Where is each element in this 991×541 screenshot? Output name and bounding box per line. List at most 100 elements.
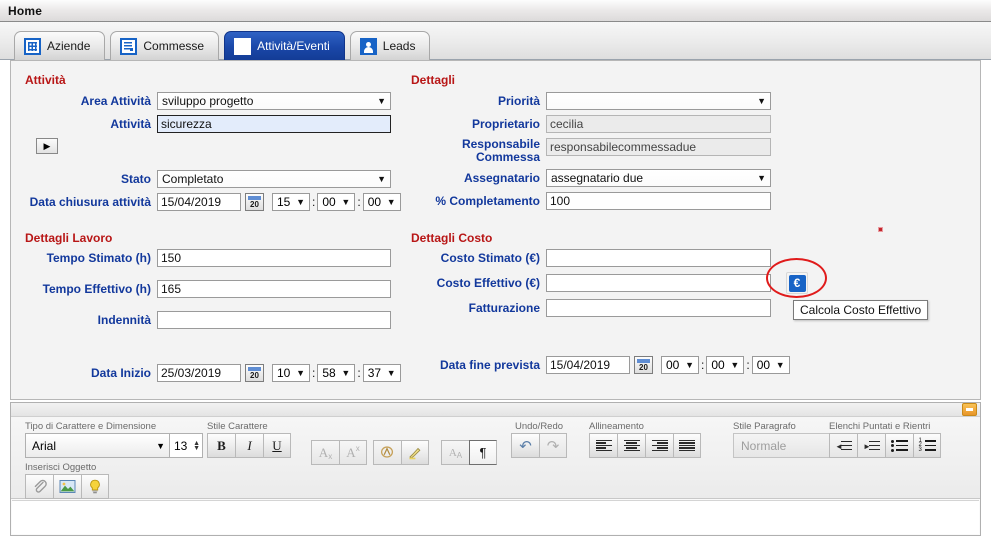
indennita-label: Indennità xyxy=(97,312,151,327)
priorita-label: Priorità xyxy=(497,93,540,108)
paragraph-style-select[interactable]: Normale ▼ xyxy=(733,433,843,458)
expand-activity-button[interactable]: ▶ xyxy=(36,138,58,154)
highlighter-icon[interactable] xyxy=(401,440,429,465)
align-right-button[interactable] xyxy=(645,433,673,458)
costo-effettivo-input[interactable] xyxy=(546,274,771,292)
chevron-down-icon: ▼ xyxy=(730,360,740,370)
indent-increase-icon: ► xyxy=(863,440,880,452)
fatturazione-input[interactable] xyxy=(546,299,771,317)
toolbar-group-font: Tipo di Carattere e Dimensione Arial ▼ 1… xyxy=(25,421,203,458)
assegnatario-select[interactable]: assegnatario due ▼ xyxy=(546,169,771,187)
bold-button[interactable]: B xyxy=(207,433,235,458)
tab-leads[interactable]: Leads xyxy=(349,31,431,60)
attach-file-button[interactable] xyxy=(25,474,53,499)
calendar-picker-button[interactable]: 20 xyxy=(634,356,653,374)
paperclip-icon xyxy=(34,479,47,493)
attivita-input[interactable] xyxy=(157,115,391,133)
group-label: Stile Paragrafo xyxy=(733,421,796,432)
toolbar-group-char-style: Stile Carattere B I U xyxy=(207,421,291,458)
costo-stimato-input[interactable] xyxy=(546,249,771,267)
tab-commesse[interactable]: Commesse xyxy=(110,31,220,60)
ora-value: 10 xyxy=(277,366,291,380)
paragraph-style-value: Normale xyxy=(741,438,787,453)
toolbar-group-paragraph: Stile Paragrafo Normale ▼ xyxy=(733,421,843,458)
toolbar-group-undo-redo: Undo/Redo ↶ ↷ xyxy=(511,421,567,458)
secondi-chiusura-select[interactable]: 00 ▼ xyxy=(362,193,401,211)
insert-idea-button[interactable] xyxy=(81,474,109,499)
spinner-icon: ▲ ▼ xyxy=(193,439,200,452)
font-family-value: Arial xyxy=(32,438,57,453)
font-size-stepper[interactable]: 13 ▲ ▼ xyxy=(170,433,203,458)
calendar-picker-button[interactable]: 20 xyxy=(245,364,264,382)
align-justify-button[interactable] xyxy=(673,433,701,458)
indent-decrease-button[interactable]: ◄ xyxy=(829,433,857,458)
editor-body[interactable] xyxy=(12,500,979,534)
calendar-icon xyxy=(234,37,252,55)
toolbar-group-insert: Inserisci Oggetto xyxy=(25,462,109,499)
document-list-icon xyxy=(120,37,138,55)
time-separator: : xyxy=(312,195,316,209)
secondi-fine-select[interactable]: 00 ▼ xyxy=(751,356,790,374)
subscript-button[interactable]: Ax xyxy=(311,440,339,465)
show-formatting-marks-button[interactable]: ¶ xyxy=(469,440,497,465)
ora-fine-select[interactable]: 00 ▼ xyxy=(661,356,699,374)
undo-button[interactable]: ↶ xyxy=(511,433,539,458)
page-title: Home xyxy=(8,3,43,18)
chevron-down-icon: ▼ xyxy=(757,173,766,183)
chevron-down-icon: ▼ xyxy=(377,174,386,184)
tab-attivita-eventi[interactable]: Attività/Eventi xyxy=(224,31,345,60)
attivita-section: Attività Area Attività sviluppo progetto… xyxy=(25,73,415,216)
priorita-select[interactable]: ▼ xyxy=(546,92,771,110)
secondi-inizio-select[interactable]: 37 ▼ xyxy=(362,364,401,382)
calendar-picker-button[interactable]: 20 xyxy=(245,193,264,211)
bullet-list-button[interactable] xyxy=(885,433,913,458)
bullet-list-icon xyxy=(891,439,908,452)
redo-button[interactable]: ↷ xyxy=(539,433,567,458)
data-inizio-input[interactable] xyxy=(157,364,241,382)
completamento-input[interactable] xyxy=(546,192,771,210)
chevron-down-icon: ▼ xyxy=(775,360,785,370)
rich-text-editor: Tipo di Carattere e Dimensione Arial ▼ 1… xyxy=(10,402,981,536)
indent-increase-button[interactable]: ► xyxy=(857,433,885,458)
time-separator: : xyxy=(701,358,705,372)
editor-textarea[interactable] xyxy=(18,505,973,532)
area-attivita-select[interactable]: sviluppo progetto ▼ xyxy=(157,92,391,110)
underline-button[interactable]: U xyxy=(263,433,291,458)
minuti-value: 00 xyxy=(322,195,336,209)
section-heading-dettagli: Dettagli xyxy=(411,73,456,87)
attivita-label: Attività xyxy=(110,116,151,131)
data-chiusura-label: Data chiusura attività xyxy=(29,194,151,209)
ora-inizio-select[interactable]: 10 ▼ xyxy=(272,364,310,382)
numbered-list-button[interactable]: 1 2 3 xyxy=(913,433,941,458)
tab-aziende[interactable]: Aziende xyxy=(14,31,106,60)
collapse-editor-button[interactable] xyxy=(962,403,977,416)
superscript-button[interactable]: Ax xyxy=(339,440,367,465)
calcola-costo-effettivo-button[interactable]: € xyxy=(786,272,808,294)
responsabile-value: responsabilecommessadue xyxy=(550,140,697,154)
minuti-chiusura-select[interactable]: 00 ▼ xyxy=(317,193,356,211)
chevron-down-icon: ▼ xyxy=(341,368,351,378)
tab-label: Commesse xyxy=(143,39,205,53)
assegnatario-label: Assegnatario xyxy=(463,170,540,185)
align-left-button[interactable] xyxy=(589,433,617,458)
tab-label: Leads xyxy=(382,39,416,53)
data-fine-prevista-input[interactable] xyxy=(546,356,630,374)
text-color-icon[interactable] xyxy=(373,440,401,465)
insert-image-button[interactable] xyxy=(53,474,81,499)
italic-button[interactable]: I xyxy=(235,433,263,458)
tempo-effettivo-input[interactable] xyxy=(157,280,391,298)
minuti-inizio-select[interactable]: 58 ▼ xyxy=(317,364,356,382)
font-family-select[interactable]: Arial ▼ xyxy=(25,433,170,458)
align-center-button[interactable] xyxy=(617,433,645,458)
data-chiusura-input[interactable] xyxy=(157,193,241,211)
proprietario-readonly-field: cecilia xyxy=(546,115,771,133)
change-case-button[interactable]: A A xyxy=(441,440,469,465)
minuti-fine-select[interactable]: 00 ▼ xyxy=(706,356,745,374)
indennita-input[interactable] xyxy=(157,311,391,329)
ora-chiusura-select[interactable]: 15 ▼ xyxy=(272,193,310,211)
stato-select[interactable]: Completato ▼ xyxy=(157,170,391,188)
dettagli-section: Dettagli Priorità ▼ Proprietario cecilia… xyxy=(411,73,811,215)
responsabile-readonly-field: responsabilecommessadue xyxy=(546,138,771,156)
tempo-stimato-input[interactable] xyxy=(157,249,391,267)
costo-stimato-label: Costo Stimato (€) xyxy=(440,250,540,265)
